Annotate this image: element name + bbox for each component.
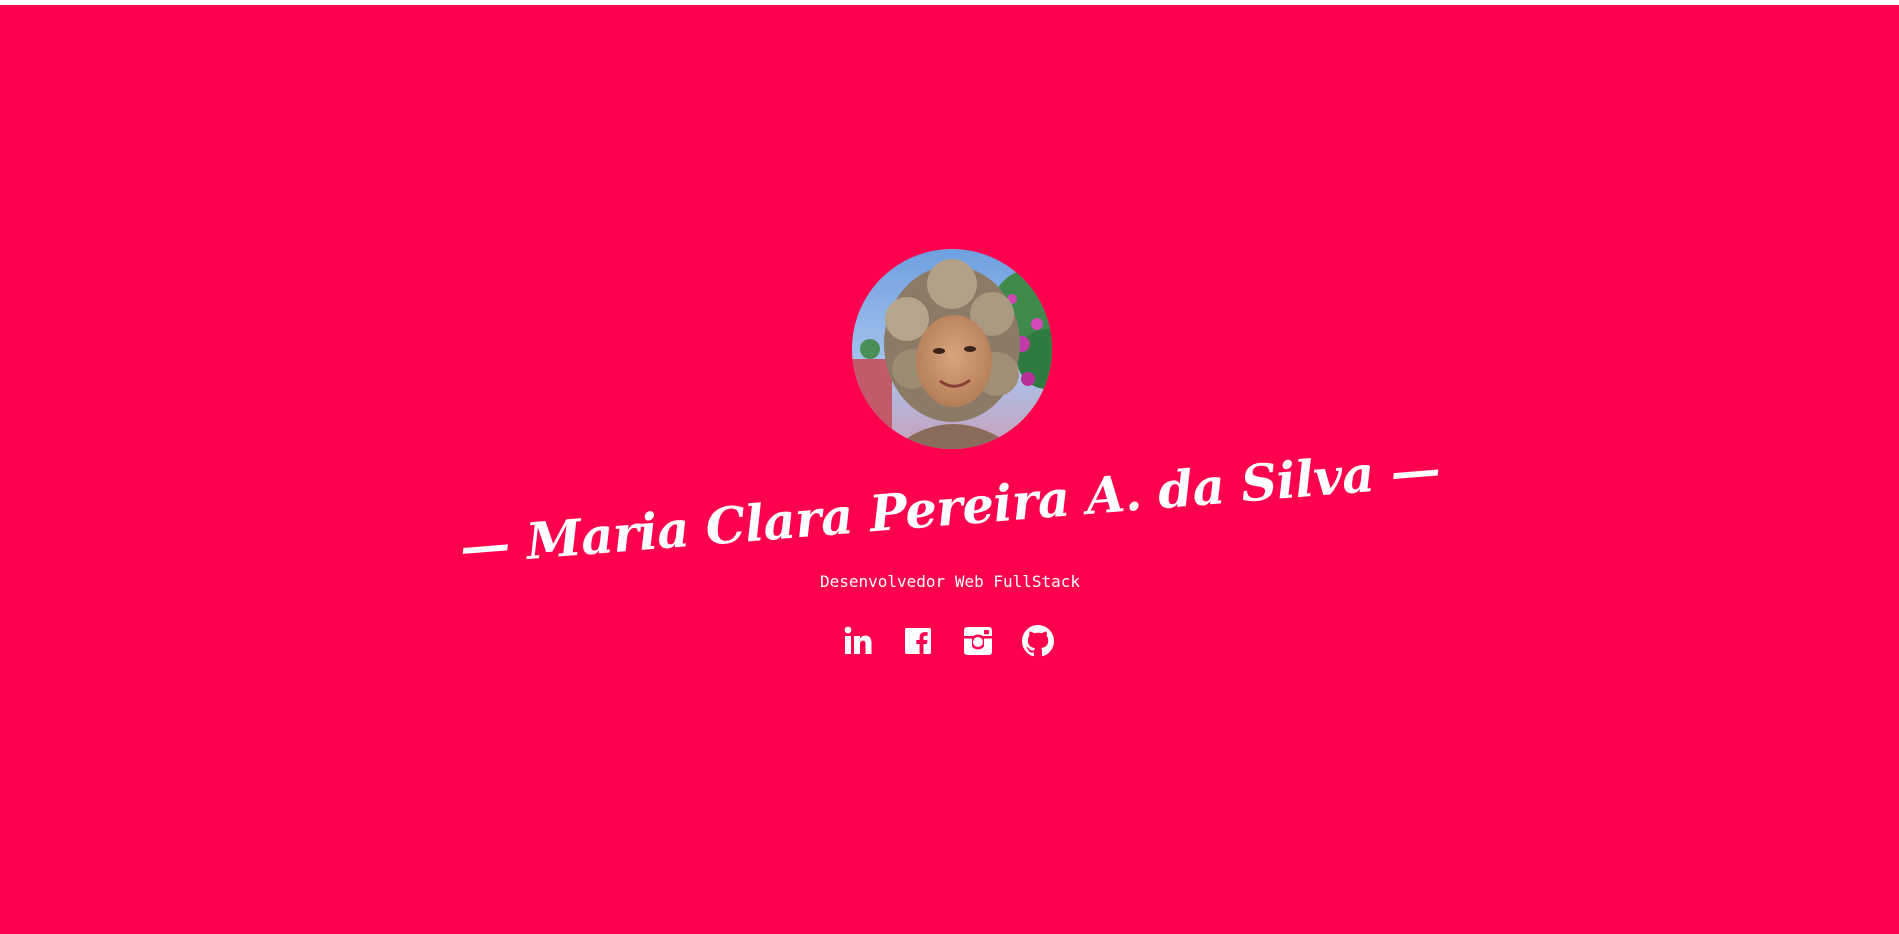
github-link[interactable] [1022, 625, 1054, 657]
avatar [852, 249, 1052, 449]
linkedin-link[interactable] [842, 625, 874, 657]
facebook-icon [905, 628, 931, 654]
instagram-icon [964, 627, 992, 655]
avatar-photo [852, 249, 1052, 449]
page-background: — Maria Clara Pereira A. da Silva — Dese… [0, 5, 1899, 934]
github-icon [1022, 625, 1054, 657]
instagram-link[interactable] [962, 625, 994, 657]
linkedin-icon [844, 626, 872, 654]
social-links [842, 625, 1054, 657]
profile-name: — Maria Clara Pereira A. da Silva — [457, 438, 1443, 577]
profile-section: — Maria Clara Pereira A. da Silva — Dese… [0, 5, 1899, 934]
facebook-link[interactable] [902, 625, 934, 657]
profile-role: Desenvolvedor Web FullStack [819, 572, 1081, 591]
